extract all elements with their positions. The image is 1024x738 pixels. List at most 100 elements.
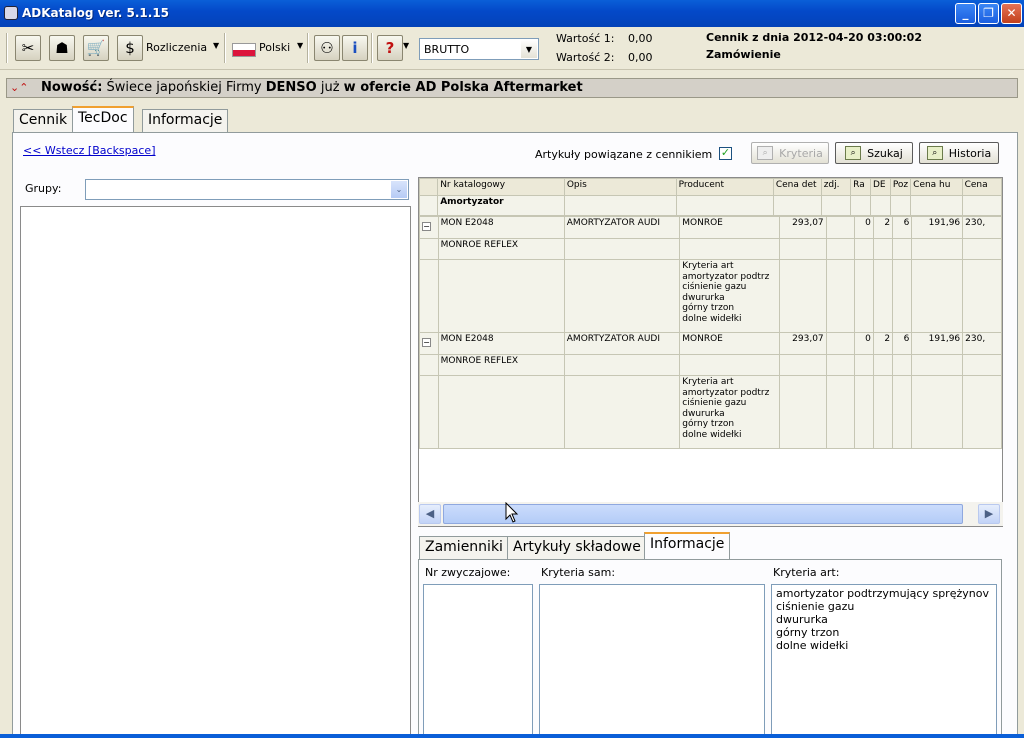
scrollbar-thumb[interactable] — [443, 504, 963, 524]
help-dropdown-icon[interactable]: ▼ — [403, 41, 409, 50]
tab-zamienniki[interactable]: Zamienniki — [419, 536, 509, 560]
cart-icon[interactable]: 🛒 — [83, 35, 109, 61]
group-cell — [850, 195, 871, 216]
rozliczenia-dropdown-icon[interactable]: ▼ — [213, 41, 219, 50]
zamowienie-label[interactable]: Zamówienie — [706, 48, 781, 61]
col-opis[interactable]: Opis — [563, 178, 677, 196]
help-icon[interactable]: ? — [377, 35, 403, 61]
cell-empty — [563, 375, 681, 449]
nr-zwyczajowe-label: Nr zwyczajowe: — [425, 566, 511, 579]
cell-ra: 0 — [853, 332, 874, 355]
cell-empty — [437, 259, 565, 333]
groups-select[interactable]: ⌄ — [85, 179, 409, 200]
collapse-icon[interactable]: − — [422, 338, 431, 347]
cell-empty — [563, 238, 681, 260]
table-subrow[interactable]: MONROE REFLEX — [419, 238, 1002, 260]
chevron-down-icon[interactable]: ⌄ — [391, 181, 407, 198]
criteria-line: dwururka — [682, 292, 725, 303]
chevron-down-icon[interactable]: ▼ — [521, 40, 537, 58]
col-de[interactable]: DE — [869, 178, 891, 196]
double-chevron-down-icon[interactable]: ⌄⌃ — [10, 79, 28, 97]
language-dropdown-icon[interactable]: ▼ — [297, 41, 303, 50]
col-producent[interactable]: Producent — [675, 178, 774, 196]
articles-table: Nr katalogowy Opis Producent Cena det zd… — [419, 178, 1002, 216]
cell-empty — [679, 238, 780, 260]
table-subrow[interactable]: MONROE REFLEX — [419, 354, 1002, 376]
tab-informacje-bottom[interactable]: Informacje — [644, 532, 731, 559]
search-icon: ⌕ — [757, 146, 774, 160]
cell-criteria: Kryteria art amortyzator podtrz ciśnienie … — [679, 375, 780, 449]
cell-empty — [825, 238, 855, 260]
search-icon: ⌕ — [845, 146, 862, 160]
historia-button[interactable]: ⌕ Historia — [919, 142, 999, 164]
criteria-line: Kryteria art — [682, 261, 734, 271]
money-icon[interactable]: $ — [117, 35, 143, 61]
maximize-button[interactable]: ❐ — [978, 3, 999, 24]
szukaj-button[interactable]: ⌕ Szukaj — [835, 142, 913, 164]
nr-zwyczajowe-list[interactable] — [423, 584, 533, 738]
table-criteria-row[interactable]: Kryteria art amortyzator podtrz ciśnienie … — [419, 375, 1002, 449]
criteria-line: ciśnienie gazu — [682, 398, 747, 408]
table-criteria-row[interactable]: Kryteria art amortyzator podtrz ciśnienie … — [419, 259, 1002, 333]
tab-artykuly-skladowe[interactable]: Artykuły składowe — [507, 536, 647, 560]
info-icon[interactable]: i — [342, 35, 368, 61]
criteria-line: dolne widełki — [682, 313, 742, 324]
kryteria-sam-list[interactable] — [539, 584, 765, 738]
tab-cennik[interactable]: Cennik — [13, 109, 74, 133]
person-icon[interactable]: ☗ — [49, 35, 75, 61]
polish-flag-icon[interactable] — [232, 43, 256, 57]
cell-zdj — [825, 216, 855, 239]
cennik-date: Cennik z dnia 2012-04-20 03:00:02 — [706, 31, 922, 44]
col-ra[interactable]: Ra — [850, 178, 871, 196]
news-brand: DENSO — [265, 80, 317, 95]
groups-tree[interactable] — [20, 206, 411, 738]
col-cena-hu[interactable]: Cena hu — [910, 178, 963, 196]
tab-informacje[interactable]: Informacje — [142, 109, 229, 133]
col-poz[interactable]: Poz — [889, 178, 912, 196]
kryteria-art-line: ciśnienie gazu — [776, 600, 855, 613]
rozliczenia-menu[interactable]: Rozliczenia — [146, 41, 207, 54]
scroll-right-icon[interactable]: ▶ — [978, 504, 1000, 524]
articles-grid[interactable]: Nr katalogowy Opis Producent Cena det zd… — [418, 177, 1003, 527]
close-button[interactable]: ✕ — [1001, 3, 1022, 24]
kryteria-art-line: górny trzon — [776, 626, 840, 639]
cell-empty — [911, 354, 964, 376]
kryteria-button[interactable]: ⌕ Kryteria — [751, 142, 829, 164]
cell-empty — [419, 354, 439, 376]
collapse-icon[interactable]: − — [422, 222, 431, 231]
historia-label: Historia — [948, 146, 992, 160]
items-table: − MON E2048 AMORTYZATOR AUDI MONROE 293,07 0 2… — [419, 216, 1002, 449]
news-text-mid: już — [316, 80, 344, 95]
cell-empty — [679, 354, 780, 376]
group-row[interactable]: Amortyzator — [419, 195, 1002, 216]
cell-empty — [778, 259, 827, 333]
wartosc1-label: Wartość 1: — [556, 32, 615, 45]
tools-icon[interactable]: ✂ — [15, 35, 41, 61]
table-row[interactable]: − MON E2048 AMORTYZATOR AUDI MONROE 293,07 0 2… — [419, 332, 1002, 355]
cell-cena-hu: 191,96 — [911, 332, 964, 355]
kryteria-art-line: amortyzator podtrzymujący sprężynov — [776, 587, 989, 600]
kryteria-art-list[interactable]: amortyzator podtrzymujący sprężynov ciśn… — [771, 584, 997, 738]
scroll-left-icon[interactable]: ◀ — [419, 504, 441, 524]
cell-empty — [911, 259, 964, 333]
table-row[interactable]: − MON E2048 AMORTYZATOR AUDI MONROE 293,07 0 2… — [419, 216, 1002, 239]
linked-checkbox[interactable]: ✓ — [719, 147, 732, 160]
col-nr[interactable]: Nr katalogowy — [437, 178, 565, 196]
cell-empty — [853, 259, 874, 333]
price-mode-select[interactable]: BRUTTO ▼ — [419, 38, 539, 60]
minimize-button[interactable]: _ — [955, 3, 976, 24]
group-cell — [910, 195, 963, 216]
back-link[interactable]: << Wstecz [Backspace] — [23, 144, 156, 157]
col-cena[interactable]: Cena — [961, 178, 1002, 196]
language-menu[interactable]: Polski — [259, 41, 290, 54]
group-cell — [563, 195, 677, 216]
col-zdj[interactable]: zdj. — [820, 178, 852, 196]
cell-empty — [892, 238, 913, 260]
cell-empty — [778, 375, 827, 449]
cell-producent: MONROE — [679, 332, 780, 355]
tab-tecdoc[interactable]: TecDoc — [72, 106, 134, 133]
people-icon[interactable]: ⚇ — [314, 35, 340, 61]
news-ticker[interactable]: ⌄⌃ Nowość: Świece japońskiej Firmy DENSO… — [6, 78, 1018, 98]
cell-poz: 6 — [892, 332, 913, 355]
col-cena-det[interactable]: Cena det — [772, 178, 822, 196]
